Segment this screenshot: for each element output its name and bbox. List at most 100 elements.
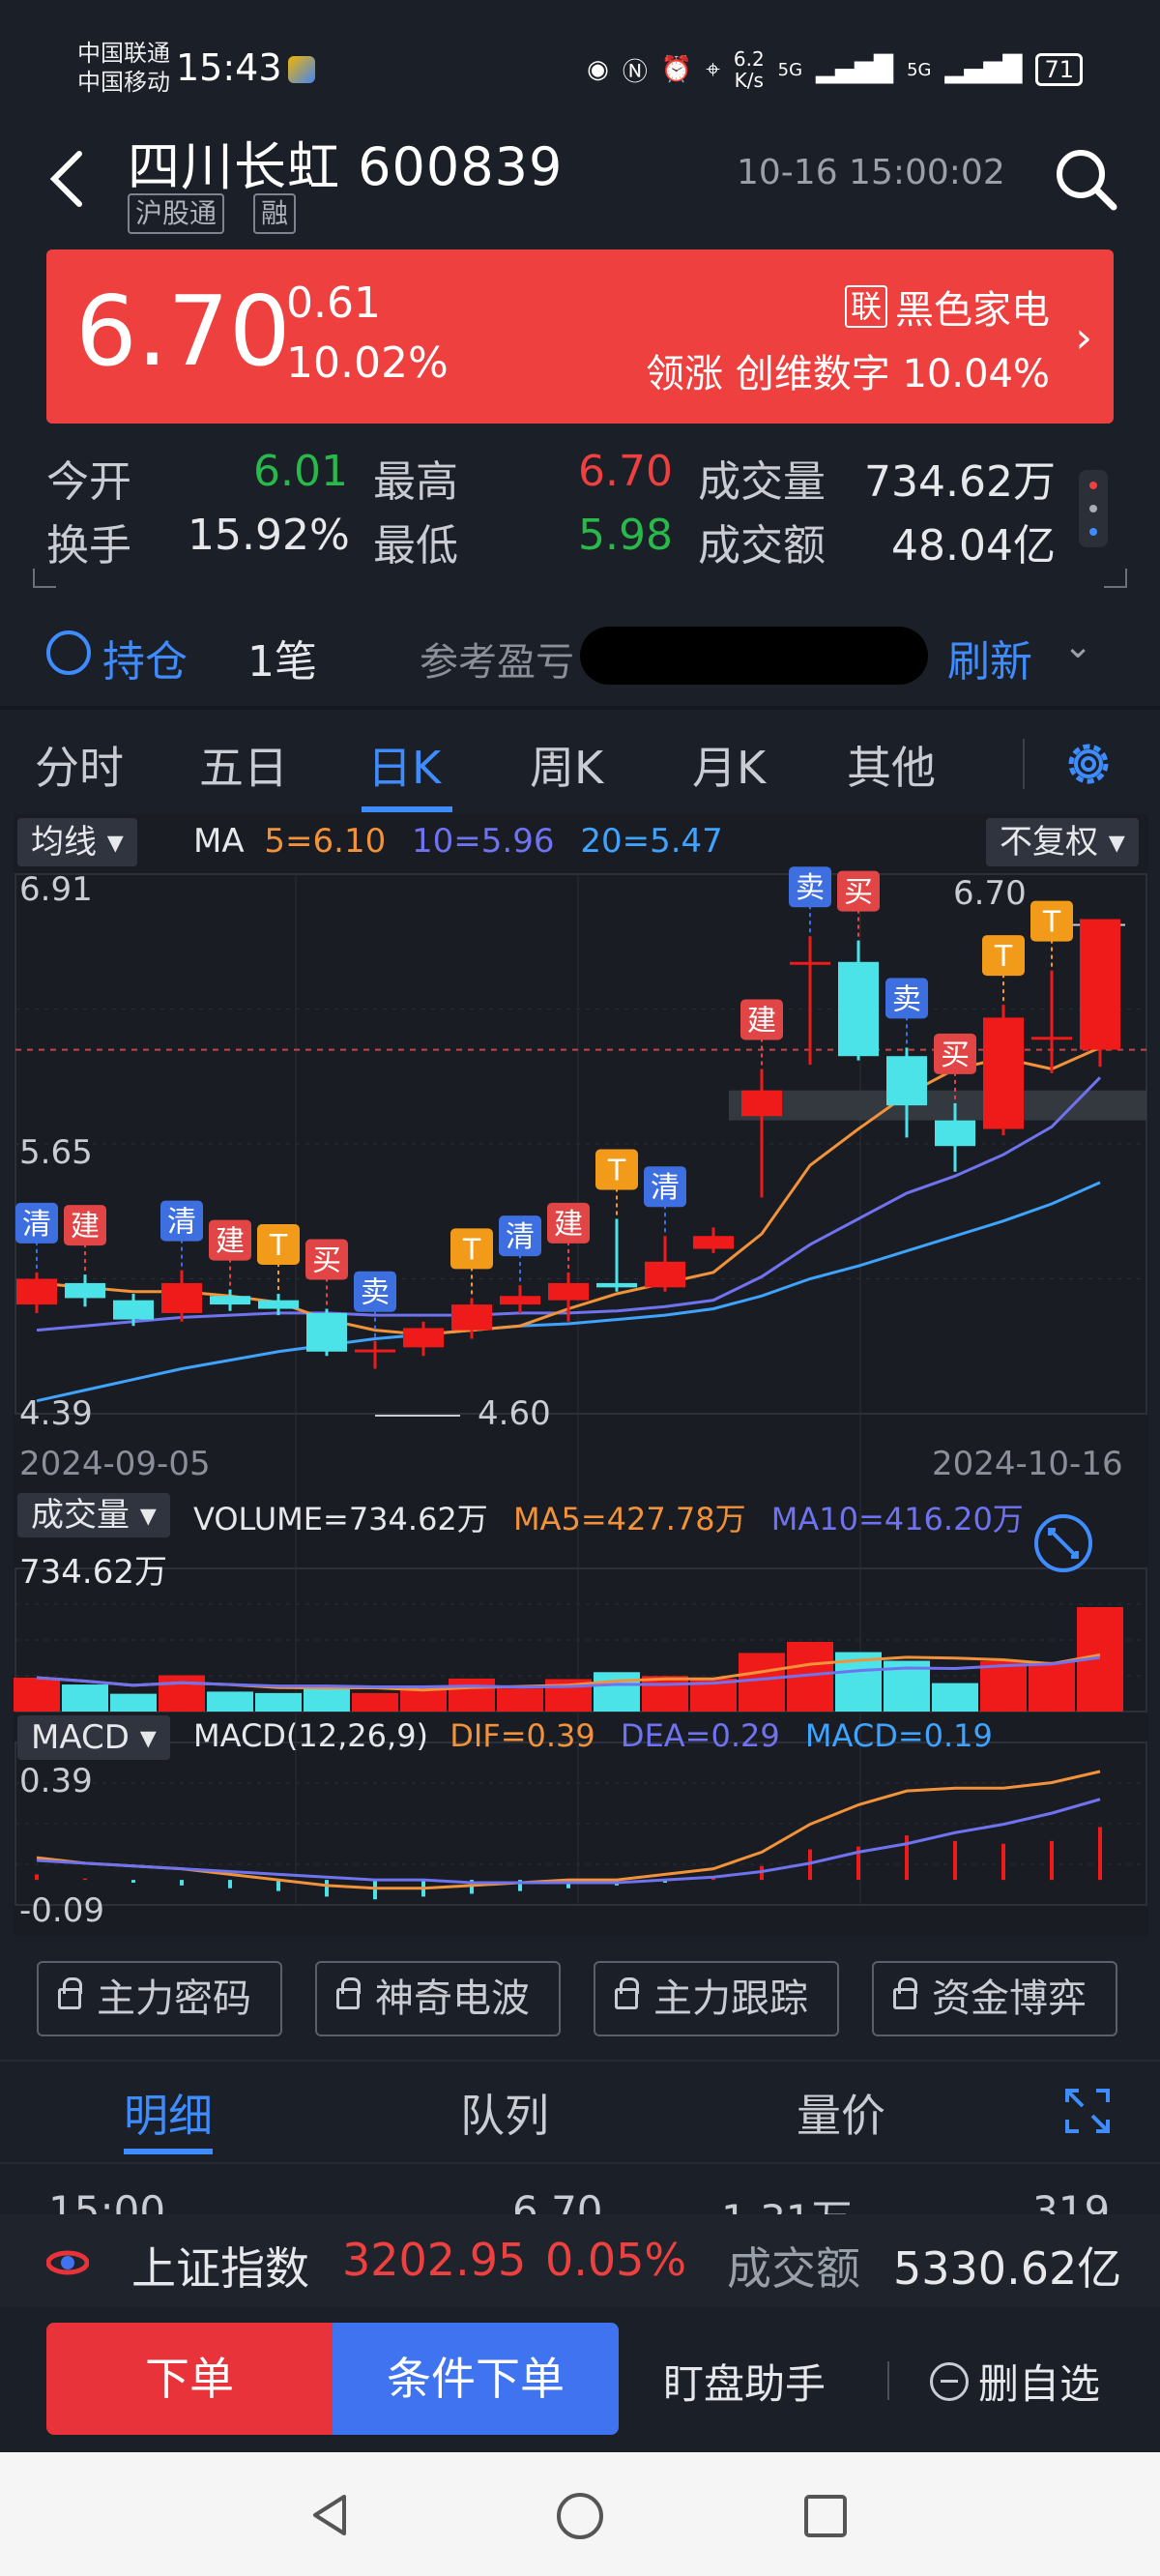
tab-other[interactable]: 其他 <box>847 733 936 797</box>
tab-detail[interactable]: 明细 <box>124 2081 213 2145</box>
feature-magic-wave[interactable]: 神奇电波 <box>315 1961 561 2036</box>
date-end: 2024-10-16 <box>932 1445 1123 1483</box>
feature-label: 主力跟踪 <box>653 1976 808 2021</box>
candle-body <box>161 1282 202 1313</box>
macd-selector[interactable]: MACD ▾ <box>17 1715 170 1760</box>
candle-body <box>741 1090 782 1117</box>
ma-legend: MA 5=6.10 10=5.96 20=5.47 <box>193 822 723 861</box>
stock-code: 600839 <box>358 136 564 197</box>
divider <box>887 2361 889 2400</box>
minus-circle-icon <box>930 2361 969 2401</box>
tab-intraday[interactable]: 分时 <box>35 733 124 797</box>
candle-body <box>306 1312 347 1352</box>
conditional-order-button[interactable]: 条件下单 <box>333 2323 619 2435</box>
signal-1-icon: ▂▄▆█ <box>816 55 894 84</box>
adjust-selector[interactable]: 不复权 ▾ <box>986 818 1139 866</box>
volume-selector[interactable]: 成交量 ▾ <box>17 1493 170 1537</box>
stock-name: 四川长虹 <box>128 136 340 197</box>
index-amount: 5330.62亿 <box>893 2242 1122 2295</box>
signal-label: 卖 <box>361 1276 390 1310</box>
tab-divider <box>1023 739 1025 789</box>
system-nav-bar <box>0 2452 1160 2576</box>
signal-label: 建 <box>71 1210 100 1244</box>
tag-hk-connect: 沪股通 <box>128 193 225 234</box>
back-arrow-icon[interactable] <box>43 140 91 218</box>
candle-body <box>210 1296 250 1305</box>
signal-label: 建 <box>554 1208 583 1242</box>
search-icon[interactable] <box>1052 145 1119 213</box>
order-button[interactable]: 下单 <box>46 2323 333 2435</box>
volume-bar <box>642 1676 688 1712</box>
eye-icon: ◉ <box>587 55 609 84</box>
ma-selector-label: 均线 <box>31 823 97 862</box>
watch-helper-button[interactable]: 盯盘助手 <box>663 2352 826 2411</box>
volume-ma10-legend: MA10=416.20万 <box>770 1501 1024 1537</box>
volume-value-legend: VOLUME=734.62万 <box>193 1501 488 1537</box>
net-speed-unit: K/s <box>734 69 764 92</box>
chart-tabs: 分时 五日 日K 周K 月K 其他 <box>0 716 1160 812</box>
leader-name: 创维数字 <box>735 352 890 396</box>
redaction-scribble <box>580 627 928 685</box>
holding-row[interactable]: 持仓 1笔 参考盈亏 刷新 ⌄ <box>0 607 1160 704</box>
more-dots-icon[interactable] <box>1079 470 1108 547</box>
gear-icon[interactable] <box>1061 737 1116 791</box>
lock-icon <box>336 1977 361 2009</box>
nav-recents-icon[interactable] <box>802 2493 849 2539</box>
holding-count: 1笔 <box>247 637 317 687</box>
exchange-logo-icon <box>46 2250 89 2275</box>
status-bar: 中国联通 中国移动 15:43 ◉ Ⓝ ⏰ ⌖ 6.2 K/s 5G ▂▄▆█ 5G… <box>0 0 1160 135</box>
kline-chart[interactable]: 清建清建T买卖T清建T清建卖买卖买TT 均线 ▾ MA 5=6.10 10=5.… <box>14 814 1148 1936</box>
nav-home-icon[interactable] <box>555 2491 605 2541</box>
feature-fund-game[interactable]: 资金博弈 <box>872 1961 1117 2036</box>
tab-daily-k[interactable]: 日K <box>367 733 441 797</box>
candle-body <box>113 1300 154 1320</box>
adjust-selector-label: 不复权 <box>1000 823 1098 862</box>
leader-pct: 10.04% <box>902 352 1050 396</box>
macd-legend: MACD(12,26,9) DIF=0.39 DEA=0.29 MACD=0.1… <box>193 1717 993 1754</box>
amount-label: 成交额 <box>698 521 826 571</box>
feature-main-code[interactable]: 主力密码 <box>37 1961 282 2036</box>
detail-row-volume: 1.31万 <box>721 2187 853 2216</box>
fullscreen-icon[interactable] <box>1063 2087 1112 2135</box>
macd-value-legend: MACD=0.19 <box>804 1717 993 1754</box>
feature-label: 神奇电波 <box>375 1976 530 2021</box>
candle-body <box>500 1296 540 1305</box>
feature-main-tracking[interactable]: 主力跟踪 <box>594 1961 839 2036</box>
location-icon: ⌖ <box>706 54 720 84</box>
market-index-bar[interactable]: 上证指数 3202.95 0.05% 成交额 5330.62亿 <box>0 2214 1160 2307</box>
index-name: 上证指数 <box>131 2242 309 2295</box>
macd-params: MACD(12,26,9) <box>193 1717 429 1754</box>
tab-volume-price[interactable]: 量价 <box>797 2081 885 2145</box>
refresh-button[interactable]: 刷新 <box>947 627 1032 688</box>
ma20-legend: 20=5.47 <box>580 822 723 861</box>
quote-datetime: 10-16 15:00:02 <box>737 153 1005 192</box>
tab-queue[interactable]: 队列 <box>460 2081 549 2145</box>
remove-watchlist-button[interactable]: 删自选 <box>930 2352 1100 2411</box>
price-banner[interactable]: 6.70 0.61 10.02% 联 黑色家电 领涨 创维数字 10.04% › <box>46 249 1114 424</box>
candle-body <box>790 961 830 965</box>
net-speed: 6.2 K/s <box>734 48 765 91</box>
detail-row-time: 15:00 <box>48 2187 166 2216</box>
ma-selector[interactable]: 均线 ▾ <box>17 818 137 866</box>
macd-selector-label: MACD <box>31 1718 130 1757</box>
tab-monthly-k[interactable]: 月K <box>692 733 766 797</box>
volume-value: 734.62万 <box>864 457 1056 507</box>
expand-corner-left <box>33 569 56 588</box>
chevron-down-icon[interactable]: ⌄ <box>1063 627 1092 666</box>
collapse-arrows-icon[interactable] <box>1032 1512 1094 1574</box>
chevron-right-icon: › <box>1075 313 1092 363</box>
signal-label: 买 <box>844 876 873 910</box>
signal-label: T <box>269 1229 288 1263</box>
tab-weekly-k[interactable]: 周K <box>530 733 603 797</box>
kline-chart-svg: 清建清建 T 买卖T 清建T清建卖 买卖买TT <box>14 814 1148 1936</box>
carrier-info: 中国联通 中国移动 <box>77 39 170 97</box>
signal-label: 建 <box>747 1005 776 1039</box>
price-change-pct: 10.02% <box>286 338 449 388</box>
status-time: 15:43 <box>176 46 282 89</box>
nav-back-icon[interactable] <box>305 2491 354 2539</box>
divider <box>0 2060 1160 2062</box>
volume-bar <box>1029 1661 1075 1712</box>
feature-label: 主力密码 <box>97 1976 251 2021</box>
high-label: 最高 <box>373 457 458 507</box>
tab-five-day[interactable]: 五日 <box>199 733 288 797</box>
